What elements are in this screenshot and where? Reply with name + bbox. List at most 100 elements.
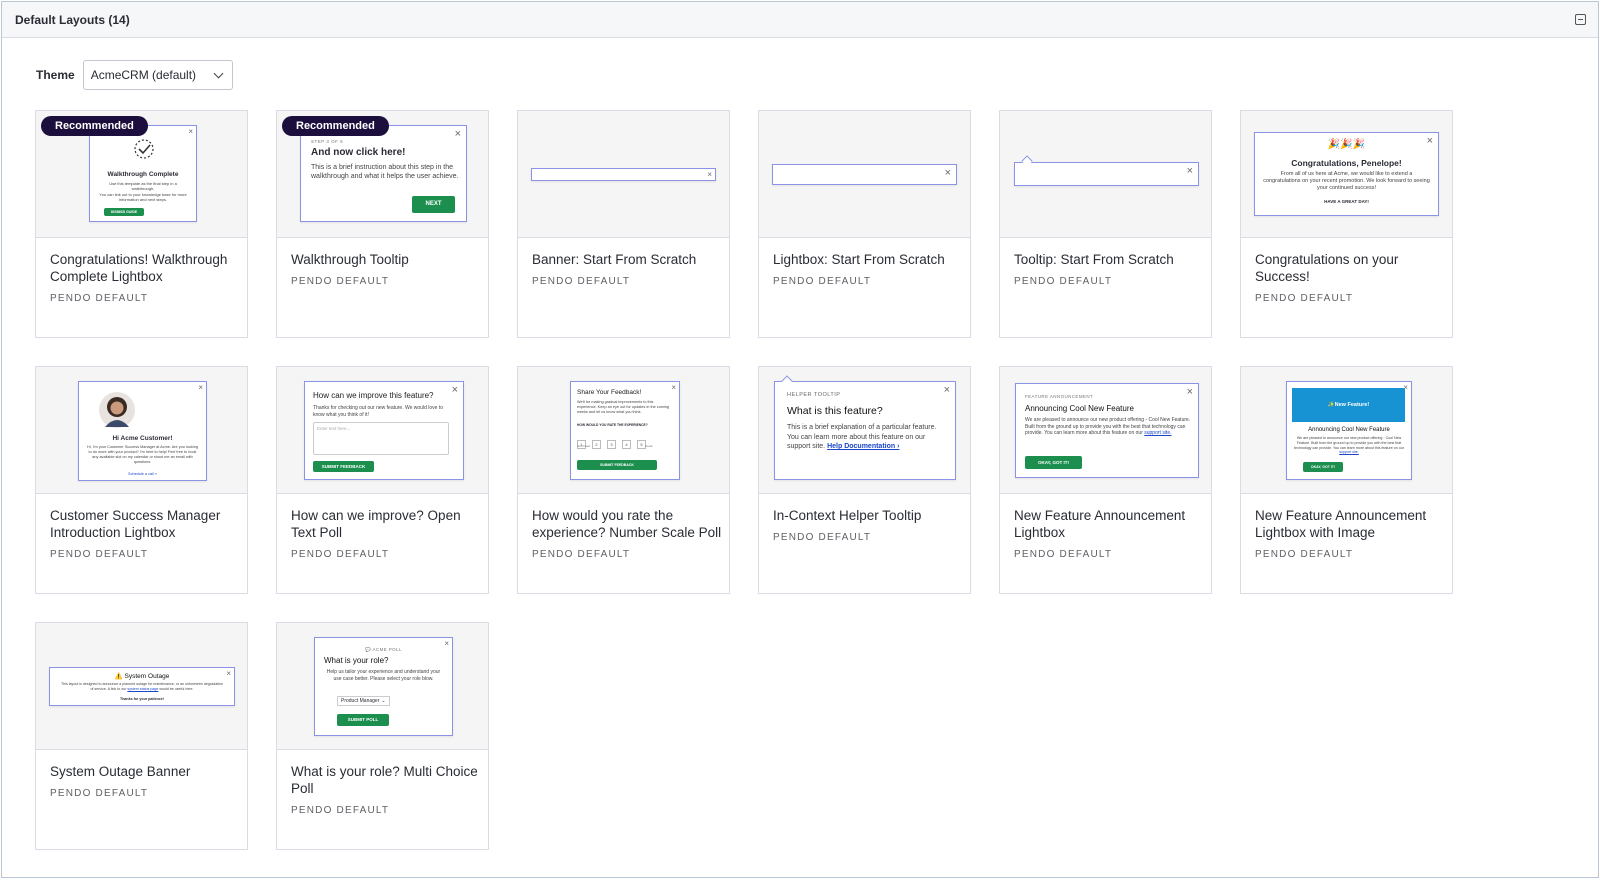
preview-button: NEXT bbox=[412, 196, 455, 213]
preview-text: We are pleased to announce our new produ… bbox=[1294, 436, 1404, 455]
preview-lightbox: × Walkthrough Complete Use this template… bbox=[89, 125, 197, 222]
preview-step: STEP 3 OF 5 bbox=[311, 139, 344, 144]
theme-select[interactable]: AcmeCRM (default) bbox=[82, 60, 233, 90]
card-title-text: In-Context Helper Tooltip bbox=[773, 508, 922, 523]
card-title: Lightbox: Start From Scratch PENDO DEFAU… bbox=[773, 251, 963, 290]
close-icon: × bbox=[943, 384, 950, 396]
card-subtitle: PENDO DEFAULT bbox=[50, 788, 149, 799]
preview-scale: 12345 bbox=[577, 433, 652, 451]
preview-textarea: Enter text here... bbox=[313, 422, 449, 455]
layout-card-open-text-poll[interactable]: × How can we improve this feature? Thank… bbox=[276, 366, 489, 594]
layout-card-csm-intro[interactable]: × Hi Acme Customer! Hi, I'm your Custome… bbox=[35, 366, 248, 594]
layout-card-congrats-success[interactable]: × 🎉🎉🎉 Congratulations, Penelope! From al… bbox=[1240, 110, 1453, 338]
scale-option: 2 bbox=[592, 440, 601, 449]
preview-button: OKAY, GOT IT! bbox=[1025, 456, 1082, 469]
preview-button: DISMISS GUIDE bbox=[104, 208, 144, 216]
card-subtitle: PENDO DEFAULT bbox=[1014, 549, 1113, 560]
layout-card-walkthrough-tooltip[interactable]: Recommended × STEP 3 OF 5 And now click … bbox=[276, 110, 489, 338]
close-icon: × bbox=[1186, 386, 1193, 398]
panel-header[interactable]: Default Layouts (14) bbox=[2, 2, 1598, 38]
card-subtitle: PENDO DEFAULT bbox=[1255, 293, 1354, 304]
layout-card-number-scale-poll[interactable]: × Share Your Feedback! We'll be making g… bbox=[517, 366, 730, 594]
preview-button: SUBMIT FEEDBACK bbox=[313, 461, 374, 472]
card-preview: × Hi Acme Customer! Hi, I'm your Custome… bbox=[36, 367, 247, 494]
preview-text: Help us tailor your experience and under… bbox=[326, 669, 441, 682]
preview-poll: × How can we improve this feature? Thank… bbox=[304, 381, 464, 480]
preview-eyebrow: FEATURE ANNOUNCEMENT bbox=[1025, 394, 1094, 399]
preview-link: Help Documentation › bbox=[827, 443, 900, 450]
layout-card-helper-tooltip[interactable]: × HELPER TOOLTIP What is this feature? T… bbox=[758, 366, 971, 594]
card-subtitle: PENDO DEFAULT bbox=[1014, 276, 1113, 287]
preview-heading: Walkthrough Complete bbox=[107, 171, 179, 178]
preview-text: This layout is designed to announce a pl… bbox=[60, 682, 224, 691]
preview-heading: ⚠️ System Outage bbox=[114, 673, 170, 680]
preview-eyebrow: HELPER TOOLTIP bbox=[787, 392, 841, 398]
preview-link: support site. bbox=[1144, 430, 1172, 436]
preview-image: ✨New Feature! bbox=[1292, 388, 1405, 422]
card-title-text: Banner: Start From Scratch bbox=[532, 252, 697, 267]
preview-text: This is a brief instruction about this s… bbox=[311, 164, 459, 180]
preview-question: HOW WOULD YOU RATE THE EXPERIENCE? bbox=[577, 423, 648, 427]
card-title: Tooltip: Start From Scratch PENDO DEFAUL… bbox=[1014, 251, 1204, 290]
preview-link: support site. bbox=[1339, 450, 1359, 455]
preview-heading: Congratulations, Penelope! bbox=[1291, 158, 1402, 168]
close-icon: × bbox=[188, 127, 193, 136]
card-title-text: Congratulations on your Success! bbox=[1255, 252, 1399, 284]
card-subtitle: PENDO DEFAULT bbox=[291, 276, 390, 287]
card-preview: Recommended × STEP 3 OF 5 And now click … bbox=[277, 111, 488, 238]
preview-tooltip: × STEP 3 OF 5 And now click here! This i… bbox=[300, 125, 467, 222]
card-preview: × bbox=[518, 111, 729, 238]
preview-button: OKAY, GOT IT! bbox=[1303, 462, 1343, 472]
preview-text: You can link out to your knowledge base … bbox=[99, 192, 187, 202]
card-title: What is your role? Multi Choice Poll PEN… bbox=[291, 763, 481, 819]
preview-heading: What is your role? bbox=[324, 656, 389, 665]
preview-heading: Hi Acme Customer! bbox=[112, 435, 173, 442]
close-icon: × bbox=[671, 383, 676, 392]
layout-card-system-outage[interactable]: × ⚠️ System Outage This layout is design… bbox=[35, 622, 248, 850]
preview-poll: × 💬 ACME POLL What is your role? Help us… bbox=[314, 637, 453, 736]
card-preview: × FEATURE ANNOUNCEMENT Announcing Cool N… bbox=[1000, 367, 1211, 494]
card-title-text: Walkthrough Tooltip bbox=[291, 252, 409, 267]
close-icon: × bbox=[454, 128, 461, 140]
preview-tooltip: × bbox=[1014, 162, 1199, 186]
card-title-text: How can we improve? Open Text Poll bbox=[291, 508, 461, 540]
collapse-icon[interactable] bbox=[1575, 14, 1586, 25]
scale-option: 4 bbox=[622, 440, 631, 449]
card-subtitle: PENDO DEFAULT bbox=[291, 549, 390, 560]
layout-card-tooltip-scratch[interactable]: × Tooltip: Start From Scratch PENDO DEFA… bbox=[999, 110, 1212, 338]
preview-button: SUBMIT FEEDBACK bbox=[577, 460, 657, 470]
card-preview: × ⚠️ System Outage This layout is design… bbox=[36, 623, 247, 750]
card-subtitle: PENDO DEFAULT bbox=[50, 293, 149, 304]
preview-link: Schedule a call » bbox=[128, 472, 157, 476]
card-preview: × ✨New Feature! Announcing Cool New Feat… bbox=[1241, 367, 1452, 494]
card-title: In-Context Helper Tooltip PENDO DEFAULT bbox=[773, 507, 963, 546]
preview-link: system status page bbox=[127, 686, 159, 691]
preview-banner: × bbox=[531, 168, 716, 181]
preview-select: Product Manager ⌄ bbox=[337, 696, 390, 706]
layout-card-new-feature[interactable]: × FEATURE ANNOUNCEMENT Announcing Cool N… bbox=[999, 366, 1212, 594]
card-subtitle: PENDO DEFAULT bbox=[532, 276, 631, 287]
preview-text: This is a brief explanation of a particu… bbox=[787, 424, 937, 450]
party-emoji-icon: 🎉🎉🎉 bbox=[1327, 139, 1366, 150]
preview-lightbox: × FEATURE ANNOUNCEMENT Announcing Cool N… bbox=[1015, 383, 1199, 478]
card-title: Customer Success Manager Introduction Li… bbox=[50, 507, 240, 563]
theme-label: Theme bbox=[36, 68, 75, 82]
preview-poll: × Share Your Feedback! We'll be making g… bbox=[570, 381, 680, 480]
preview-text: We'll be making gradual improvements to … bbox=[577, 400, 670, 414]
layout-card-multi-choice-poll[interactable]: × 💬 ACME POLL What is your role? Help us… bbox=[276, 622, 489, 850]
card-title-text: Lightbox: Start From Scratch bbox=[773, 252, 945, 267]
theme-row: Theme AcmeCRM (default) bbox=[36, 60, 233, 90]
card-subtitle: PENDO DEFAULT bbox=[773, 532, 872, 543]
card-title-text: What is your role? Multi Choice Poll bbox=[291, 764, 478, 796]
card-subtitle: PENDO DEFAULT bbox=[532, 549, 631, 560]
card-title: Walkthrough Tooltip PENDO DEFAULT bbox=[291, 251, 481, 290]
layout-card-new-feature-image[interactable]: × ✨New Feature! Announcing Cool New Feat… bbox=[1240, 366, 1453, 594]
layout-card-lightbox-scratch[interactable]: × Lightbox: Start From Scratch PENDO DEF… bbox=[758, 110, 971, 338]
card-title-text: How would you rate the experience? Numbe… bbox=[532, 508, 722, 540]
preview-lightbox: × Hi Acme Customer! Hi, I'm your Custome… bbox=[78, 381, 207, 481]
preview-text: Hi, I'm your Customer Success Manager at… bbox=[87, 445, 198, 464]
layout-card-banner-scratch[interactable]: × Banner: Start From Scratch PENDO DEFAU… bbox=[517, 110, 730, 338]
preview-banner: × ⚠️ System Outage This layout is design… bbox=[49, 667, 235, 706]
card-title-text: Tooltip: Start From Scratch bbox=[1014, 252, 1174, 267]
layout-card-walkthrough-complete[interactable]: Recommended × Walkthrough Complete Use t… bbox=[35, 110, 248, 338]
